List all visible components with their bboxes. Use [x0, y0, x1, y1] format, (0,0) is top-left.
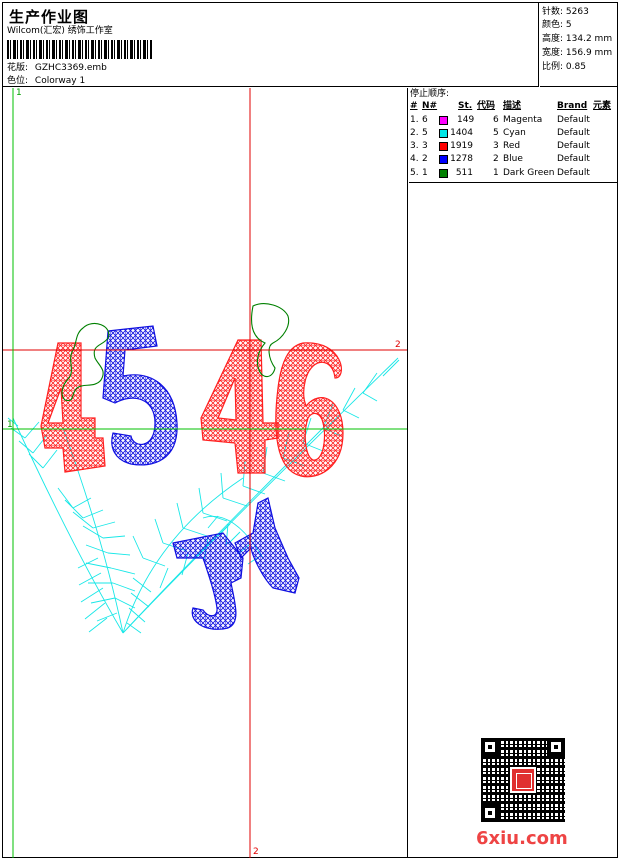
- row-needle: 2: [422, 154, 428, 164]
- table-row: 4. 2 1278 2 Blue Default: [409, 153, 617, 166]
- design-canvas: 1 1 2 2: [3, 88, 408, 858]
- stop-sequence-panel: 停止顺序: # N# St. 代码 描述 Brand 元素 1. 6 149 6…: [409, 88, 617, 183]
- col-element: 元素: [593, 101, 612, 111]
- row-desc: Blue: [503, 154, 523, 164]
- stat-scale: 比例: 0.85: [542, 62, 586, 73]
- row-needle: 3: [422, 141, 428, 151]
- col-needle: N#: [422, 101, 438, 111]
- company-name: Wilcom(汇宏) 绣饰工作室: [7, 26, 113, 36]
- row-desc: Cyan: [503, 128, 526, 138]
- stat-width: 宽度: 156.9 mm: [542, 48, 612, 59]
- row-stitches: 149: [457, 115, 475, 125]
- header-block: 生产作业图 Wilcom(汇宏) 绣饰工作室 花版: GZHC3369.emb …: [3, 3, 539, 87]
- row-desc: Red: [503, 141, 521, 151]
- digit-4-left: [40, 342, 106, 473]
- color-swatch-blue: [439, 155, 448, 164]
- color-swatch-dark-green: [439, 169, 448, 178]
- seal-logo: [510, 767, 536, 793]
- stat-label: 高度:: [542, 34, 564, 44]
- stat-label: 颜色:: [542, 20, 564, 30]
- row-code: 5: [493, 128, 499, 138]
- row-code: 3: [493, 141, 499, 151]
- col-stitches: St.: [458, 101, 473, 111]
- table-row: 3. 3 1919 3 Red Default: [409, 140, 617, 153]
- stat-colors: 颜色: 5: [542, 20, 572, 31]
- col-code: 代码: [477, 101, 496, 111]
- qr-finder-top-right: [547, 738, 565, 756]
- table-row: 2. 5 1404 5 Cyan Default: [409, 127, 617, 140]
- page-title: 生产作业图: [9, 8, 90, 26]
- row-brand: Default: [557, 128, 590, 138]
- design-name: 花版: GZHC3369.emb: [7, 63, 107, 74]
- blue-digit-5: [102, 325, 178, 466]
- row-stitches: 1404: [450, 128, 473, 138]
- stat-stitches: 针数: 5263: [542, 7, 589, 18]
- stat-value: 0.85: [565, 62, 586, 72]
- red-digits: [40, 339, 344, 478]
- row-desc: Magenta: [503, 115, 543, 125]
- colorway: 色位: Colorway 1: [7, 76, 85, 87]
- stat-height: 高度: 134.2 mm: [542, 34, 612, 45]
- row-needle: 6: [422, 115, 428, 125]
- stat-value: 156.9 mm: [565, 48, 613, 58]
- qr-finder-bottom-left: [481, 804, 499, 822]
- color-swatch-cyan: [439, 129, 448, 138]
- col-desc: 描述: [503, 101, 522, 111]
- color-swatch-magenta: [439, 116, 448, 125]
- axis-label-right-mid: 2: [395, 340, 401, 350]
- row-brand: Default: [557, 154, 590, 164]
- design-label: 花版:: [7, 63, 29, 73]
- row-stitches: 1919: [450, 141, 473, 151]
- row-code: 2: [493, 154, 499, 164]
- barcode: [7, 40, 153, 59]
- row-brand: Default: [557, 141, 590, 151]
- color-swatch-red: [439, 142, 448, 151]
- design-value: GZHC3369.emb: [34, 63, 107, 73]
- stats-block: 针数: 5263 颜色: 5 高度: 134.2 mm 宽度: 156.9 mm…: [540, 3, 617, 87]
- watermark-logo: 6xiu.com: [476, 828, 568, 849]
- table-row: 1. 6 149 6 Magenta Default: [409, 114, 617, 127]
- col-num: #: [410, 101, 418, 111]
- row-desc: Dark Green: [503, 168, 555, 178]
- stat-label: 比例:: [542, 62, 564, 72]
- row-brand: Default: [557, 168, 590, 178]
- qr-finder-top-left: [481, 738, 499, 756]
- axis-label-bottom-mid: 2: [253, 847, 259, 857]
- qr-code: [481, 738, 565, 822]
- colorway-value: Colorway 1: [34, 76, 86, 86]
- col-brand: Brand: [557, 101, 588, 111]
- stat-label: 针数:: [542, 7, 564, 17]
- row-stitches: 511: [455, 168, 473, 178]
- row-brand: Default: [557, 115, 590, 125]
- stat-value: 134.2 mm: [565, 34, 613, 44]
- row-num: 2.: [410, 128, 419, 138]
- table-header: # N# St. 代码 描述 Brand 元素: [409, 100, 617, 113]
- stat-value: 5263: [565, 7, 589, 17]
- row-needle: 1: [422, 168, 428, 178]
- colorway-label: 色位:: [7, 76, 29, 86]
- design-preview: [3, 88, 407, 858]
- row-num: 5.: [410, 168, 419, 178]
- row-stitches: 1278: [450, 154, 473, 164]
- axis-label-top-left: 1: [16, 88, 22, 98]
- row-num: 4.: [410, 154, 419, 164]
- row-num: 3.: [410, 141, 419, 151]
- row-needle: 5: [422, 128, 428, 138]
- table-row: 5. 1 511 1 Dark Green Default: [409, 167, 617, 180]
- digit-6: [275, 342, 344, 478]
- stat-label: 宽度:: [542, 48, 564, 58]
- row-code: 1: [493, 168, 499, 178]
- stat-value: 5: [565, 20, 572, 30]
- axis-label-left-mid: 1: [7, 420, 13, 430]
- row-code: 6: [493, 115, 499, 125]
- row-num: 1.: [410, 115, 419, 125]
